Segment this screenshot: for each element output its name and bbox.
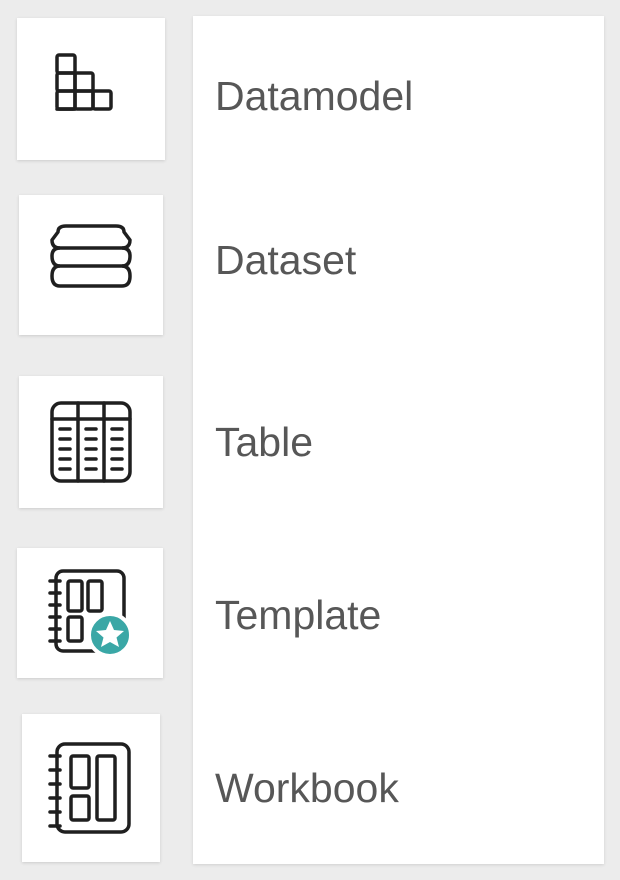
menu-item-table[interactable]: Table [0,360,604,520]
template-icon [44,567,136,659]
dataset-icon [46,222,136,308]
menu-item-template[interactable]: Template [0,540,604,680]
table-icon [48,399,134,485]
menu-item-datamodel[interactable]: Datamodel [0,16,604,162]
table-icon-tile [19,376,163,508]
menu-item-label-dataset: Dataset [215,237,357,283]
workbook-icon [45,738,137,838]
datamodel-icon [51,49,131,129]
menu-item-label-datamodel: Datamodel [215,73,414,119]
menu-item-label-template: Template [215,592,382,638]
menu-item-label-workbook: Workbook [215,765,399,811]
menu-item-workbook[interactable]: Workbook [0,700,604,864]
template-icon-tile [17,548,163,678]
dataset-icon-tile [19,195,163,335]
datamodel-icon-tile [17,18,165,160]
menu-item-label-table: Table [215,419,314,465]
workbook-icon-tile [22,714,160,862]
menu-item-dataset[interactable]: Dataset [0,180,604,340]
